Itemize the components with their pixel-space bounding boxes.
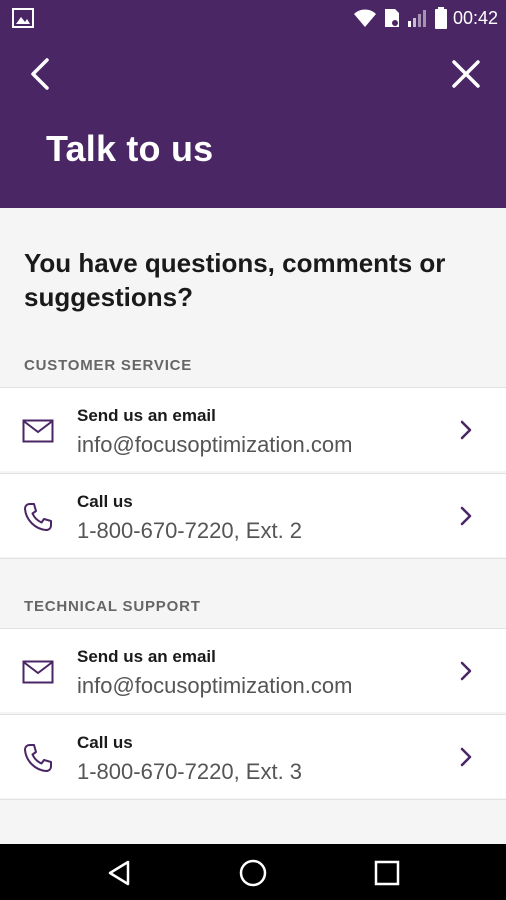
section-label-technical-support: TECHNICAL SUPPORT (24, 598, 201, 615)
gallery-icon (12, 8, 34, 33)
chevron-right-icon (454, 745, 478, 769)
app-bar: Talk to us (0, 36, 506, 208)
back-arrow-icon[interactable] (20, 54, 60, 94)
status-bar: 00:42 (0, 0, 506, 36)
content: You have questions, comments or suggesti… (0, 208, 506, 844)
signal-icon (407, 8, 429, 28)
row-value: info@focusoptimization.com (77, 432, 353, 457)
wifi-icon (353, 8, 377, 28)
row-value: 1-800-670-7220, Ext. 3 (77, 759, 303, 784)
customer-call-row[interactable]: Call us 1-800-670-7220, Ext. 2 (0, 473, 506, 557)
chevron-right-icon (454, 659, 478, 683)
divider (0, 799, 506, 800)
customer-email-row[interactable]: Send us an email info@focusoptimization.… (0, 387, 506, 471)
mail-icon (22, 656, 54, 688)
status-time: 00:42 (452, 7, 498, 28)
divider (0, 558, 506, 559)
back-triangle-icon[interactable] (102, 856, 136, 890)
headline: You have questions, comments or suggesti… (24, 248, 446, 312)
support-call-row[interactable]: Call us 1-800-670-7220, Ext. 3 (0, 714, 506, 798)
row-value: 1-800-670-7220, Ext. 2 (77, 518, 303, 543)
row-value: info@focusoptimization.com (77, 673, 353, 698)
battery-icon (434, 7, 447, 29)
row-title: Send us an email (77, 406, 216, 425)
home-circle-icon[interactable] (236, 856, 270, 890)
system-nav-bar (0, 844, 506, 900)
phone-icon (22, 501, 54, 533)
page-title: Talk to us (46, 128, 214, 169)
support-email-row[interactable]: Send us an email info@focusoptimization.… (0, 628, 506, 712)
phone-icon (22, 742, 54, 774)
recents-square-icon[interactable] (370, 856, 404, 890)
sim-icon (383, 8, 401, 28)
row-title: Call us (77, 733, 133, 752)
row-title: Send us an email (77, 647, 216, 666)
chevron-right-icon (454, 504, 478, 528)
close-icon[interactable] (446, 54, 486, 94)
mail-icon (22, 415, 54, 447)
section-label-customer-service: CUSTOMER SERVICE (24, 357, 193, 374)
row-title: Call us (77, 492, 133, 511)
chevron-right-icon (454, 418, 478, 442)
